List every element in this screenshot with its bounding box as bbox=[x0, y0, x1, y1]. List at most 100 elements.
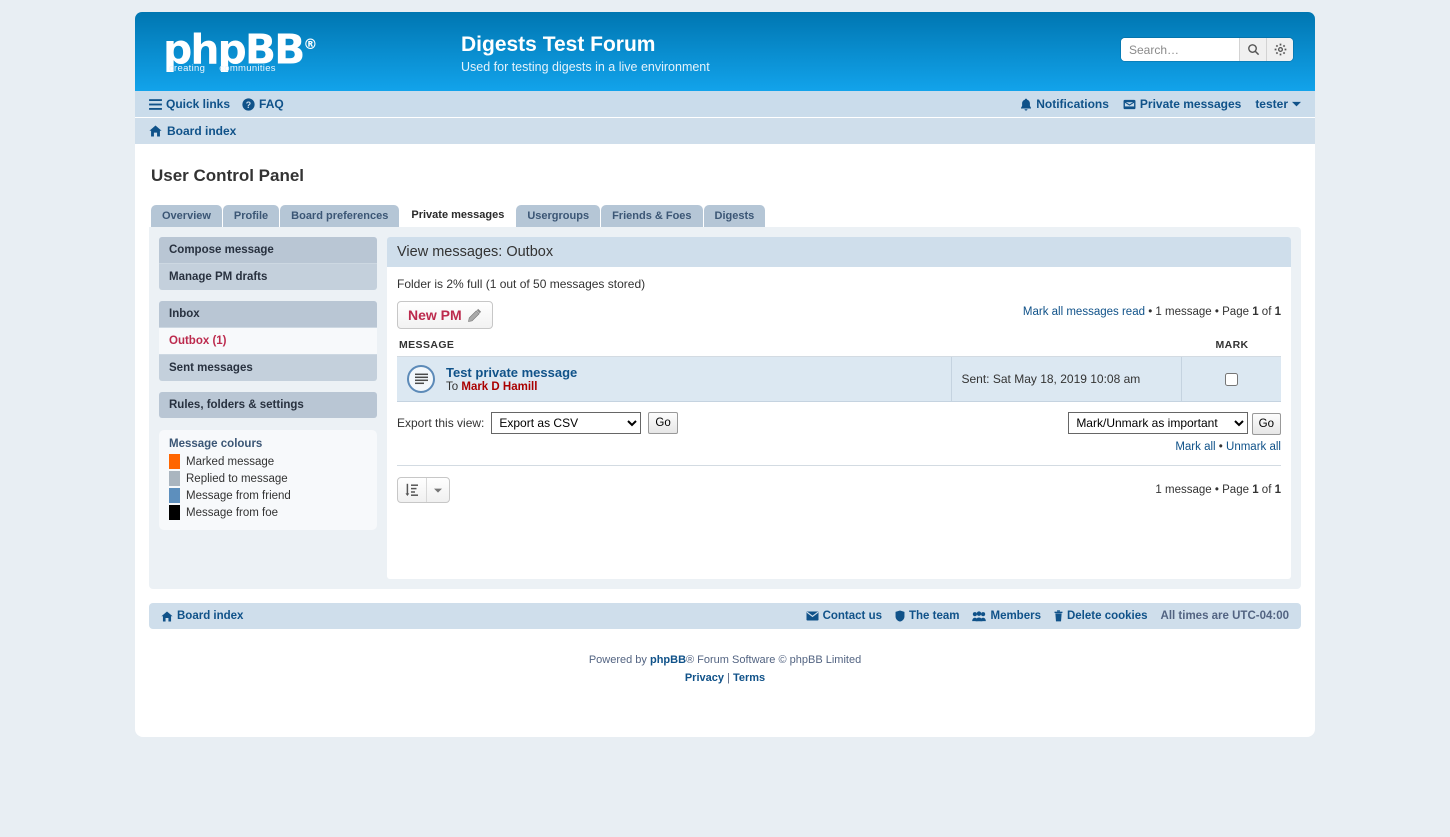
footer-bar: Board index Contact us The team Members … bbox=[149, 603, 1301, 629]
quick-links-menu[interactable]: Quick links bbox=[149, 97, 230, 111]
delete-cookies-link[interactable]: Delete cookies bbox=[1054, 610, 1148, 622]
message-recipient: To Mark D Hamill bbox=[446, 381, 577, 393]
message-sent-cell: Sent: Sat May 18, 2019 10:08 am bbox=[950, 356, 1181, 402]
sidebar-item-inbox[interactable]: Inbox bbox=[159, 301, 377, 328]
the-team-link[interactable]: The team bbox=[895, 610, 959, 622]
breadcrumb: Board index bbox=[135, 118, 1315, 144]
messages-tools-row: Export this view: Export as CSV Go Mark/… bbox=[397, 412, 1281, 453]
message-colours-legend: Message colours Marked message Replied t… bbox=[159, 430, 377, 530]
notifications-link[interactable]: Notifications bbox=[1020, 97, 1109, 111]
contact-us-label: Contact us bbox=[822, 610, 882, 622]
advanced-search-button[interactable] bbox=[1266, 38, 1293, 61]
pager-bottom-count: 1 message bbox=[1155, 484, 1212, 496]
search-input[interactable] bbox=[1121, 38, 1239, 61]
phpbb-logo[interactable]: phpBB® creating communities bbox=[163, 24, 335, 80]
mark-action-go-button[interactable]: Go bbox=[1251, 413, 1281, 435]
members-label: Members bbox=[990, 610, 1041, 622]
site-description: Used for testing digests in a live envir… bbox=[461, 60, 710, 74]
faq-link[interactable]: ? FAQ bbox=[242, 97, 284, 111]
legal-links: Privacy | Terms bbox=[149, 669, 1301, 687]
user-menu[interactable]: tester bbox=[1255, 97, 1301, 111]
messages-heading: View messages: Outbox bbox=[387, 237, 1291, 267]
export-go-button[interactable]: Go bbox=[648, 412, 678, 434]
pager-top-page-word: Page bbox=[1222, 306, 1249, 318]
delete-cookies-label: Delete cookies bbox=[1066, 610, 1148, 622]
tab-friends-foes[interactable]: Friends & Foes bbox=[601, 205, 703, 227]
page-container: phpBB ® creating communities Digests Test … bbox=[135, 12, 1315, 737]
tab-digests[interactable]: Digests bbox=[703, 205, 766, 227]
logo-tagline: creating communities bbox=[163, 63, 335, 74]
sidebar-item-outbox-label: Outbox (1) bbox=[169, 335, 227, 347]
pager-top-current: 1 bbox=[1252, 306, 1259, 318]
message-subject-link[interactable]: Test private message bbox=[446, 365, 577, 380]
pager-bottom-page-word: Page bbox=[1222, 484, 1249, 496]
sidebar-item-inbox-label: Inbox bbox=[169, 308, 200, 320]
messages-table: MESSAGE MARK Test private message To Mar… bbox=[397, 339, 1281, 402]
quick-links-label: Quick links bbox=[166, 97, 231, 111]
pencil-icon bbox=[467, 308, 481, 322]
tab-board-preferences[interactable]: Board preferences bbox=[280, 205, 400, 227]
terms-link[interactable]: Terms bbox=[733, 672, 765, 684]
main-navbar: Quick links ? FAQ Notifications Private … bbox=[135, 91, 1315, 118]
sidebar-item-outbox[interactable]: Outbox (1) bbox=[159, 328, 377, 355]
table-row[interactable]: Test private message To Mark D Hamill Se… bbox=[397, 356, 1281, 402]
copyright-block: Powered by phpBB® Forum Software © phpBB… bbox=[149, 651, 1301, 687]
sidebar-item-compose-message[interactable]: Compose message bbox=[159, 237, 377, 264]
message-to-username[interactable]: Mark D Hamill bbox=[461, 381, 537, 393]
legal-links-divider: | bbox=[727, 672, 730, 684]
sort-amount-icon bbox=[405, 483, 418, 496]
mark-all-messages-read-link[interactable]: Mark all messages read bbox=[1023, 306, 1145, 318]
footer-board-index-link[interactable]: Board index bbox=[161, 610, 243, 622]
powered-by-label: Powered by bbox=[588, 654, 647, 666]
logo-tagline-left: creating bbox=[169, 62, 206, 74]
tab-overview[interactable]: Overview bbox=[151, 205, 222, 227]
shield-icon bbox=[895, 610, 905, 622]
page-title: User Control Panel bbox=[151, 166, 305, 185]
contact-us-link[interactable]: Contact us bbox=[806, 610, 882, 622]
pager-top-total: 1 bbox=[1274, 306, 1281, 318]
sidebar-group-compose: Compose message Manage PM drafts bbox=[159, 237, 377, 290]
legend-item-marked: Marked message bbox=[169, 454, 367, 469]
search-button[interactable] bbox=[1239, 38, 1266, 61]
mark-action-select[interactable]: Mark/Unmark as important bbox=[1068, 412, 1249, 434]
sidebar-item-compose-message-label: Compose message bbox=[169, 244, 274, 256]
sort-icon bbox=[398, 478, 426, 502]
breadcrumb-board-index[interactable]: Board index bbox=[149, 124, 236, 138]
sidebar-item-rules-folders-settings[interactable]: Rules, folders & settings bbox=[159, 392, 377, 418]
phpbb-link[interactable]: phpBB bbox=[650, 654, 686, 666]
export-select[interactable]: Export as CSV bbox=[491, 412, 642, 434]
sidebar-item-manage-pm-drafts[interactable]: Manage PM drafts bbox=[159, 264, 377, 290]
notifications-label: Notifications bbox=[1036, 97, 1109, 111]
legend-item-foe: Message from foe bbox=[169, 505, 367, 520]
swatch-friend-icon bbox=[169, 488, 180, 503]
footer-board-index-label: Board index bbox=[177, 610, 244, 622]
tab-digests-label: Digests bbox=[714, 210, 755, 222]
new-pm-button-label: New PM bbox=[408, 307, 462, 323]
members-link[interactable]: Members bbox=[972, 610, 1041, 622]
unmark-all-link[interactable]: Unmark all bbox=[1226, 441, 1281, 453]
tab-private-messages[interactable]: Private messages bbox=[400, 204, 516, 227]
legend-item-replied-label: Replied to message bbox=[186, 472, 288, 485]
swatch-replied-icon bbox=[169, 471, 180, 486]
tab-private-messages-label: Private messages bbox=[411, 209, 505, 221]
envelope-icon bbox=[806, 611, 819, 621]
tab-profile[interactable]: Profile bbox=[222, 205, 280, 227]
ucp-tabs: Overview Profile Board preferences Priva… bbox=[149, 204, 1301, 227]
question-circle-icon: ? bbox=[242, 97, 255, 111]
mark-controls: Mark/Unmark as important Go Mark all • U… bbox=[1068, 412, 1281, 453]
sidebar-group-rules: Rules, folders & settings bbox=[159, 392, 377, 418]
sidebar-item-sent-messages[interactable]: Sent messages bbox=[159, 355, 377, 381]
tab-usergroups-label: Usergroups bbox=[527, 210, 590, 222]
mark-message-checkbox[interactable] bbox=[1225, 372, 1239, 386]
tab-profile-label: Profile bbox=[233, 210, 269, 222]
display-options-button[interactable] bbox=[397, 477, 450, 503]
ucp-panel: Compose message Manage PM drafts Inbox O… bbox=[149, 227, 1301, 589]
tab-friends-foes-label: Friends & Foes bbox=[612, 210, 692, 222]
messages-panel: View messages: Outbox Folder is 2% full … bbox=[387, 237, 1291, 579]
mark-all-link[interactable]: Mark all bbox=[1175, 441, 1215, 453]
new-pm-button[interactable]: New PM bbox=[397, 301, 493, 329]
site-header: phpBB® creating communities Digests Test … bbox=[135, 12, 1315, 91]
tab-usergroups[interactable]: Usergroups bbox=[516, 205, 601, 227]
private-messages-link[interactable]: Private messages bbox=[1123, 97, 1241, 111]
privacy-link[interactable]: Privacy bbox=[685, 672, 724, 684]
